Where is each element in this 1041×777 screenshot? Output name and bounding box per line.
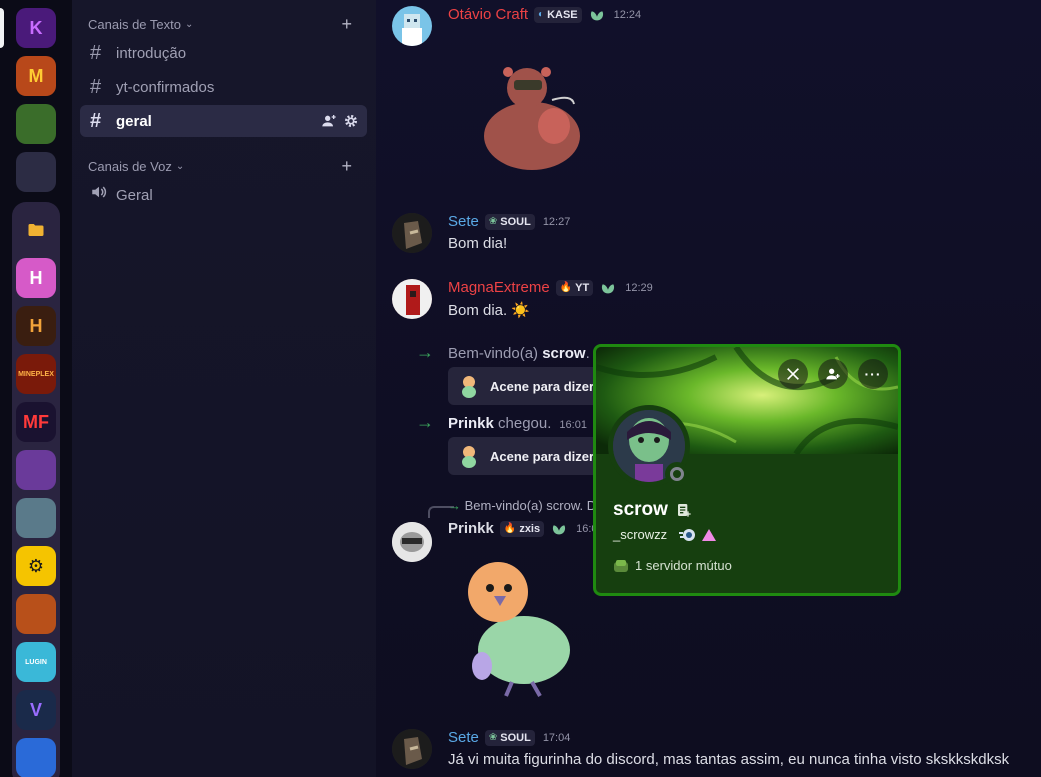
status-offline-indicator — [665, 462, 689, 486]
timestamp: 16:01 — [559, 419, 587, 431]
add-friend-button[interactable] — [818, 359, 848, 389]
category-label: Canais de Voz — [88, 158, 172, 174]
mutual-servers[interactable]: 1 servidor mútuo — [613, 558, 732, 573]
server-icon — [614, 559, 628, 572]
timestamp: 12:27 — [542, 215, 571, 228]
leaf-badge-icon — [590, 10, 603, 20]
timestamp: 12:29 — [625, 281, 653, 294]
message-text: Bom dia. ☀️ — [448, 302, 531, 319]
hash-icon: # — [90, 41, 102, 64]
sticker-image[interactable] — [472, 60, 582, 175]
wave-sticker-icon — [462, 446, 476, 468]
category-voice-channels[interactable]: Canais de Voz ⌄ + — [88, 156, 368, 176]
add-friend-icon — [826, 368, 840, 380]
selected-server-indicator — [0, 8, 4, 48]
server-icon-blue-server[interactable] — [16, 738, 56, 777]
avatar[interactable] — [392, 279, 432, 319]
timestamp: 17:04 — [542, 731, 571, 744]
server-icon-v-server[interactable]: V — [16, 690, 56, 730]
username[interactable]: scrow — [542, 345, 585, 362]
server-icon-pumpkin-server[interactable] — [16, 594, 56, 634]
server-icon-mf-server[interactable]: MF — [16, 402, 56, 442]
voice-channel-geral[interactable]: Geral — [80, 179, 367, 211]
guild-tag[interactable]: 🔥 YT — [555, 279, 594, 296]
category-text-channels[interactable]: Canais de Texto ⌄ + — [88, 14, 368, 34]
channel-yt-confirmados[interactable]: # yt-confirmados — [80, 71, 367, 103]
profile-display-name: scrow — [613, 499, 692, 521]
avatar[interactable] — [392, 729, 432, 769]
avatar[interactable] — [392, 6, 432, 46]
server-icon-mixed-server[interactable] — [16, 152, 56, 192]
server-icon-h-server[interactable]: H — [16, 258, 56, 298]
guild-tag[interactable]: ❀ SOUL — [484, 213, 535, 230]
chevron-down-icon: ⌄ — [185, 18, 194, 30]
add-channel-icon[interactable]: + — [341, 156, 352, 177]
channel-label: Geral — [116, 186, 153, 204]
server-rail: KM H H MINEPLEX MF ⚙ LUGIN V — [0, 0, 72, 777]
channel-introducao[interactable]: # introdução — [80, 37, 367, 69]
hash-icon: # — [90, 109, 102, 132]
join-arrow-icon: → — [416, 342, 434, 362]
join-arrow-icon: → — [416, 412, 434, 432]
block-user-button[interactable] — [778, 359, 808, 389]
username[interactable]: Sete — [448, 729, 479, 746]
wave-label: Acene para dizer — [490, 378, 595, 394]
channel-sidebar: Canais de Texto ⌄ + # introdução # yt-co… — [72, 0, 376, 777]
server-icon-mineplex[interactable]: MINEPLEX — [16, 354, 56, 394]
nitro-badge-icon[interactable] — [679, 528, 697, 542]
reply-preview[interactable]: → Bem-vindo(a) scrow. D — [448, 498, 596, 513]
swords-icon — [787, 368, 799, 380]
parrot-sticker-image[interactable] — [462, 558, 592, 698]
ellipsis-icon: ··· — [864, 366, 882, 382]
more-options-button[interactable]: ··· — [858, 359, 888, 389]
server-icon-h-dark-server[interactable]: H — [16, 306, 56, 346]
wave-sticker-icon — [462, 376, 476, 398]
server-icon-m-server[interactable]: M — [16, 56, 56, 96]
channel-label: yt-confirmados — [116, 78, 215, 96]
server-icon-minecraft-server[interactable] — [16, 104, 56, 144]
guild-tag[interactable]: ❀ SOUL — [484, 729, 535, 746]
channel-label: geral — [116, 112, 152, 130]
folder-icon[interactable] — [16, 210, 56, 250]
username[interactable]: Prinkk — [448, 415, 494, 432]
user-profile-popout: ··· scrow _scrowzz 1 servidor mútuo — [593, 344, 901, 596]
message-text: Já vi muita figurinha do discord, mas ta… — [448, 751, 1010, 768]
server-folder[interactable]: H H MINEPLEX MF ⚙ LUGIN V — [12, 202, 60, 777]
leaf-badge-icon — [553, 524, 566, 534]
boost-badge-icon[interactable] — [701, 528, 717, 542]
server-icon-purple-face-server[interactable] — [16, 450, 56, 490]
avatar[interactable] — [392, 213, 432, 253]
chevron-down-icon: ⌄ — [175, 160, 185, 172]
channel-geral[interactable]: # geral — [80, 105, 367, 137]
username[interactable]: Otávio Craft — [448, 6, 528, 23]
leaf-badge-icon — [602, 283, 615, 293]
guild-tag[interactable]: ◐ KASE — [534, 6, 582, 23]
server-icon-landscape-server[interactable] — [16, 498, 56, 538]
username[interactable]: Sete — [448, 213, 479, 230]
system-text: Bem-vindo(a) scrow. — [448, 345, 590, 362]
note-icon[interactable] — [676, 502, 692, 518]
server-icon-lugin[interactable]: LUGIN — [16, 642, 56, 682]
speaker-icon — [90, 183, 116, 207]
hash-icon: # — [90, 75, 102, 98]
avatar[interactable] — [392, 522, 432, 562]
username[interactable]: MagnaExtreme — [448, 279, 550, 296]
invite-icon[interactable] — [321, 113, 337, 129]
system-text: Prinkk chegou. 16:01 — [448, 415, 587, 432]
server-icon-gear-server[interactable]: ⚙ — [16, 546, 56, 586]
wave-label: Acene para dizer — [490, 448, 595, 464]
add-channel-icon[interactable]: + — [341, 14, 352, 35]
server-icon-kingdome[interactable]: K — [16, 8, 56, 48]
category-label: Canais de Texto — [88, 16, 181, 32]
username[interactable]: Prinkk — [448, 520, 494, 537]
message-text: Bom dia! — [448, 235, 508, 252]
channel-label: introdução — [116, 44, 187, 62]
guild-tag[interactable]: 🔥 zxis — [499, 520, 545, 537]
timestamp: 12:24 — [613, 8, 642, 21]
profile-username: _scrowzz — [613, 527, 717, 542]
settings-gear-icon[interactable] — [343, 113, 359, 129]
